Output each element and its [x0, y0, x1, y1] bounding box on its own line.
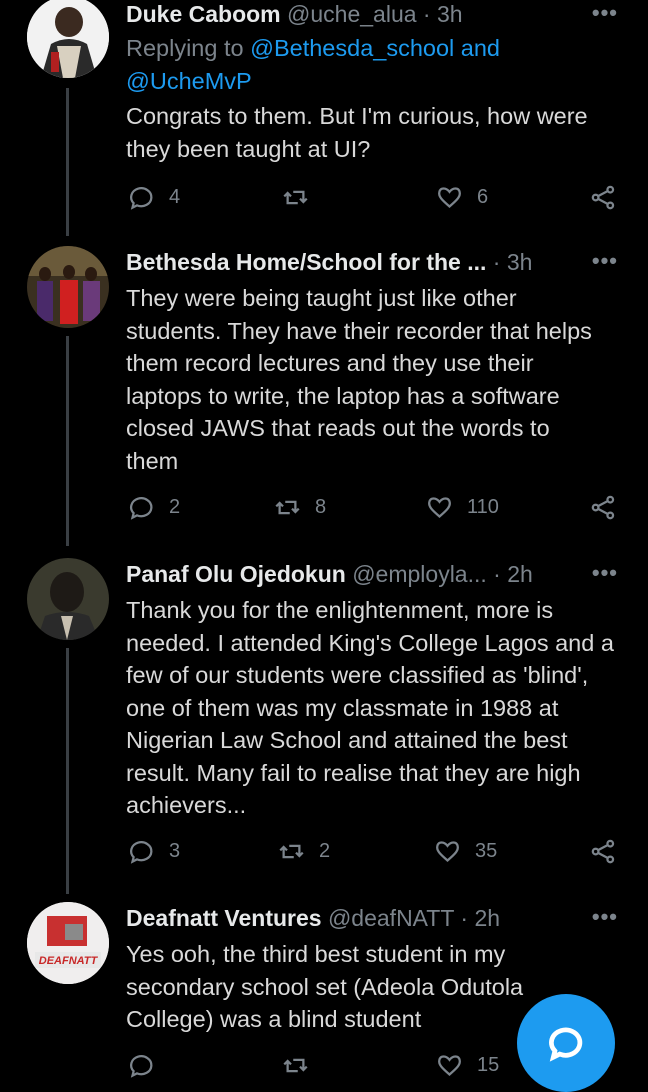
mention-and: and [454, 35, 501, 61]
tweet-1[interactable]: Duke Caboom @uche_alua · 3h ••• Replying… [0, 0, 648, 240]
avatar-deafnatt[interactable]: DEAFNATT [27, 902, 109, 984]
like-icon [438, 1055, 461, 1076]
avatar-bethesda[interactable] [27, 246, 109, 328]
author-handle[interactable]: @deafNATT [328, 905, 454, 931]
thread-line [66, 648, 69, 894]
like-icon [428, 497, 451, 518]
share-icon [591, 185, 615, 210]
replying-to-label: Replying to [126, 35, 251, 61]
avatar-panaf[interactable] [27, 558, 109, 640]
author-name[interactable]: Duke Caboom [126, 1, 281, 27]
like-button[interactable]: 15 [436, 1052, 499, 1079]
reply-button[interactable]: 2 [128, 494, 180, 521]
like-count: 15 [477, 1054, 500, 1076]
reply-count: 4 [169, 186, 181, 208]
tweet-time[interactable]: 2h [507, 561, 533, 587]
more-options-icon[interactable]: ••• [592, 0, 618, 26]
author-handle[interactable]: @employla... [352, 561, 487, 587]
like-icon [436, 841, 459, 862]
replying-to: Replying to @Bethesda_school and @UcheMv… [126, 32, 626, 97]
tweet-actions: 3 2 35 [126, 838, 626, 868]
reply-button[interactable]: 3 [128, 838, 180, 865]
author-handle[interactable]: @uche_alua [287, 1, 417, 27]
separator-dot: · [493, 561, 501, 587]
like-count: 35 [475, 840, 498, 862]
author-name[interactable]: Panaf Olu Ojedokun [126, 561, 346, 587]
separator-dot: · [422, 1, 431, 27]
retweet-icon [275, 500, 300, 515]
author-name[interactable]: Deafnatt Ventures [126, 905, 322, 931]
more-options-icon[interactable]: ••• [592, 904, 618, 930]
retweet-count: 2 [319, 840, 331, 862]
reply-icon [130, 187, 153, 210]
tweet-text: Congrats to them. But I'm curious, how w… [126, 103, 588, 162]
reply-icon [130, 497, 153, 520]
like-button[interactable]: 110 [426, 494, 499, 521]
retweet-button[interactable] [282, 184, 323, 211]
mention-link[interactable]: @UcheMvP [126, 68, 252, 94]
more-options-icon[interactable]: ••• [592, 560, 618, 586]
separator-dot: · [492, 249, 501, 275]
tweet-2[interactable]: Bethesda Home/School for the ... · 3h ••… [0, 246, 648, 546]
reply-count: 2 [169, 496, 181, 518]
tweet-time[interactable]: 3h [437, 1, 463, 27]
tweet-3[interactable]: Panaf Olu Ojedokun @employla... · 2h •••… [0, 558, 648, 894]
like-button[interactable]: 6 [436, 184, 488, 211]
avatar-image: DEAFNATT [27, 902, 109, 984]
author-name[interactable]: Bethesda Home/School for the ... [126, 249, 486, 275]
retweet-button[interactable]: 2 [278, 838, 330, 865]
avatar-image [27, 0, 109, 78]
tweet-actions: 2 8 110 [126, 494, 626, 524]
tweet-text: Thank you for the enlightenment, more is… [126, 597, 614, 818]
tweet-time[interactable]: 2h [474, 905, 500, 931]
reply-button[interactable] [128, 1052, 169, 1079]
like-count: 6 [477, 186, 489, 208]
reply-icon [130, 841, 153, 864]
avatar-image [27, 558, 109, 640]
avatar-image [27, 246, 109, 328]
retweet-icon [283, 190, 308, 205]
tweet-time[interactable]: 3h [507, 249, 533, 275]
retweet-icon [283, 1058, 308, 1073]
more-options-icon[interactable]: ••• [592, 248, 618, 274]
tweet-header: Bethesda Home/School for the ... · 3h [126, 248, 532, 276]
tweet-text: Yes ooh, the third best student in my se… [126, 941, 524, 1032]
share-button[interactable] [590, 838, 617, 865]
avatar-logo-text: DEAFNATT [39, 955, 99, 967]
retweet-button[interactable] [282, 1052, 323, 1079]
retweet-icon [279, 844, 304, 859]
tweet-actions: 4 6 [126, 184, 626, 214]
tweet-header: Duke Caboom @uche_alua · 3h [126, 0, 463, 28]
tweet-header: Deafnatt Ventures @deafNATT · 2h [126, 904, 500, 932]
retweet-button[interactable]: 8 [274, 494, 326, 521]
reply-count: 3 [169, 840, 181, 862]
like-button[interactable]: 35 [434, 838, 497, 865]
like-icon [438, 187, 461, 208]
thread-line [66, 336, 69, 546]
reply-button[interactable]: 4 [128, 184, 180, 211]
share-button[interactable] [590, 494, 617, 521]
compose-reply-button[interactable] [517, 994, 615, 1092]
separator-dot: · [460, 905, 469, 931]
share-button[interactable] [590, 184, 617, 211]
thread-line [66, 88, 69, 236]
reply-icon [130, 1055, 153, 1078]
like-count: 110 [467, 496, 499, 518]
tweet-header: Panaf Olu Ojedokun @employla... · 2h [126, 560, 533, 588]
tweet-text: They were being taught just like other s… [126, 285, 592, 474]
compose-reply-icon [549, 1027, 583, 1062]
share-icon [591, 495, 615, 520]
share-icon [591, 839, 615, 864]
retweet-count: 8 [315, 496, 327, 518]
mention-link[interactable]: @Bethesda_school [250, 35, 454, 61]
avatar-duke-caboom[interactable] [27, 0, 109, 78]
